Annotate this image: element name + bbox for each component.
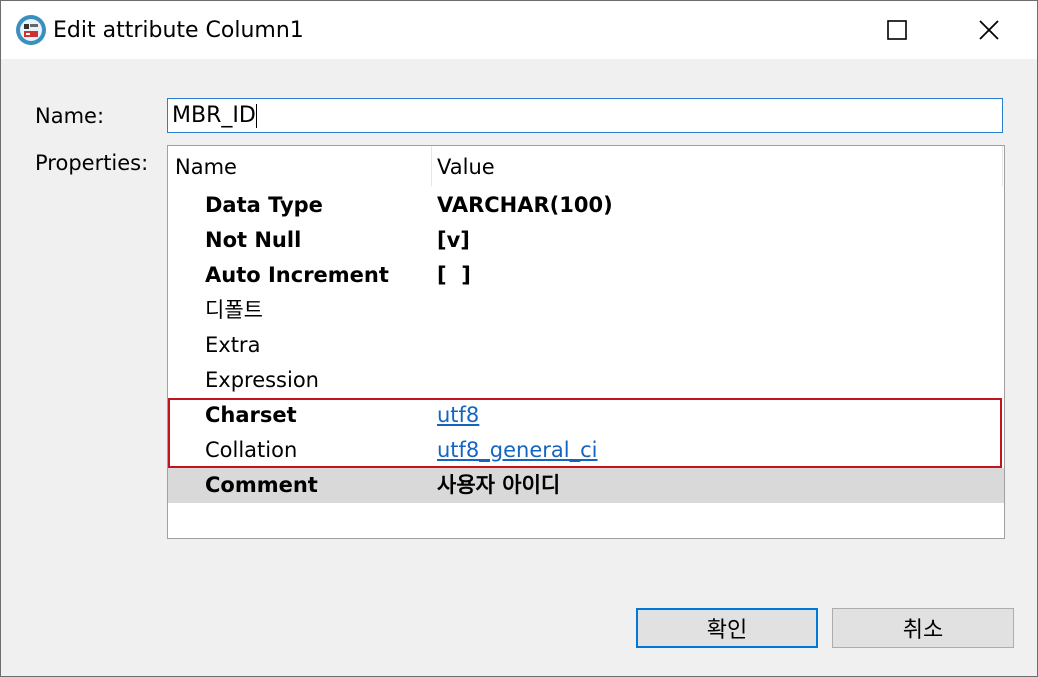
property-row-comment[interactable]: Comment 사용자 아이디	[168, 468, 1004, 503]
property-value-link[interactable]: utf8	[437, 402, 479, 428]
database-app-icon	[16, 15, 46, 45]
property-name: Extra	[205, 333, 261, 357]
property-name: Collation	[205, 438, 298, 462]
properties-grid[interactable]: Name Value Data Type VARCHAR(100) Not Nu…	[167, 145, 1005, 539]
name-label: Name:	[35, 104, 105, 128]
column-divider[interactable]	[431, 146, 432, 186]
property-value[interactable]: [ ]	[437, 262, 471, 288]
title-bar[interactable]: Edit attribute Column1	[1, 1, 1037, 59]
property-value[interactable]: VARCHAR(100)	[437, 192, 613, 218]
maximize-button[interactable]	[851, 1, 943, 59]
column-divider[interactable]	[1002, 146, 1003, 186]
property-row-expression[interactable]: Expression	[168, 363, 1004, 398]
property-value[interactable]: [v]	[437, 227, 470, 253]
property-row-not-null[interactable]: Not Null [v]	[168, 223, 1004, 258]
close-icon	[979, 20, 999, 40]
property-row-data-type[interactable]: Data Type VARCHAR(100)	[168, 188, 1004, 223]
property-row-collation[interactable]: Collation utf8_general_ci	[168, 433, 1004, 468]
property-row-charset[interactable]: Charset utf8	[168, 398, 1004, 433]
property-value[interactable]: 사용자 아이디	[437, 472, 560, 498]
property-row-auto-increment[interactable]: Auto Increment [ ]	[168, 258, 1004, 293]
maximize-icon	[887, 20, 907, 40]
property-name: Charset	[205, 403, 297, 427]
text-caret	[256, 104, 257, 128]
property-row-extra[interactable]: Extra	[168, 328, 1004, 363]
property-name: Data Type	[205, 193, 323, 217]
properties-label: Properties:	[35, 151, 149, 175]
property-name: Comment	[205, 473, 318, 497]
cancel-button[interactable]: 취소	[832, 608, 1014, 648]
column-header-value[interactable]: Value	[437, 154, 495, 180]
property-row-default[interactable]: 디폴트	[168, 293, 1004, 328]
property-name: 디폴트	[205, 298, 263, 322]
property-name: Expression	[205, 368, 319, 392]
property-value-link[interactable]: utf8_general_ci	[437, 437, 598, 463]
name-input[interactable]	[167, 98, 1003, 133]
property-name: Not Null	[205, 228, 302, 252]
dialog-window: Edit attribute Column1 Name: Properties:…	[0, 0, 1038, 677]
ok-button[interactable]: 확인	[636, 608, 818, 648]
window-title: Edit attribute Column1	[53, 18, 304, 43]
column-header-name[interactable]: Name	[175, 154, 237, 180]
grid-header: Name Value	[168, 146, 1004, 186]
property-name: Auto Increment	[205, 263, 389, 287]
close-button[interactable]	[943, 1, 1035, 59]
